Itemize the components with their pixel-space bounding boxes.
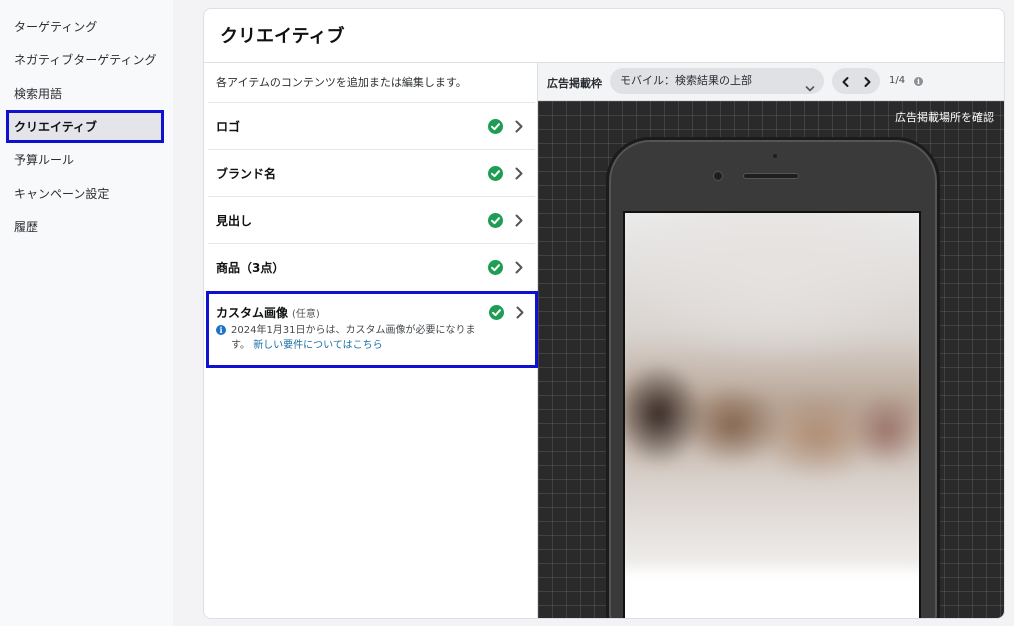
- sidebar-item-label: ターゲティング: [14, 20, 98, 34]
- creative-item-headline[interactable]: 見出し: [208, 196, 535, 243]
- ad-preview-canvas: 広告掲載場所を確認: [538, 101, 1004, 618]
- creative-item-products[interactable]: 商品（3点）: [208, 243, 535, 290]
- sidebar-item-history[interactable]: 履歴: [6, 210, 164, 243]
- chevron-right-icon: [513, 166, 525, 181]
- creative-items-panel: 各アイテムのコンテンツを追加または編集します。 ロゴ ブランド名 見出し 商品（…: [204, 63, 538, 618]
- phone-sensor: [773, 154, 777, 158]
- creative-item-logo[interactable]: ロゴ: [208, 102, 535, 149]
- custom-image-notice: i 2024年1月31日からは、カスタム画像が必要になります。 新しい要件につい…: [216, 323, 486, 353]
- custom-image-preview: [625, 213, 919, 570]
- check-circle-icon: [489, 305, 504, 320]
- phone-speaker: [743, 173, 799, 179]
- item-label: カスタム画像 (任意): [216, 304, 320, 321]
- check-circle-icon: [488, 260, 503, 275]
- previous-page-button[interactable]: [839, 74, 853, 88]
- item-label: 見出し: [216, 214, 253, 228]
- sidebar-item-creative[interactable]: クリエイティブ: [6, 110, 164, 143]
- sidebar-item-label: ネガティブターゲティング: [14, 53, 157, 67]
- check-circle-icon: [488, 166, 503, 181]
- creative-item-custom-image[interactable]: カスタム画像 (任意) i 2024年1月31日からは、カスタム画像が必要になりま…: [206, 291, 538, 368]
- chevron-down-icon: [805, 77, 815, 103]
- phone-mockup: [606, 137, 940, 618]
- sidebar-item-negative-targeting[interactable]: ネガティブターゲティング: [6, 43, 164, 76]
- item-label: ブランド名: [216, 167, 277, 181]
- page-title: クリエイティブ: [220, 26, 345, 47]
- item-label: 商品（3点）: [216, 261, 285, 275]
- optional-tag: (任意): [292, 309, 320, 320]
- phone-camera: [713, 171, 723, 181]
- phone-screen: [623, 211, 921, 618]
- sidebar: ターゲティング ネガティブターゲティング 検索用語 クリエイティブ 予算ルール …: [0, 0, 173, 626]
- info-icon: i: [216, 325, 226, 335]
- placement-label: 広告掲載枠: [547, 77, 602, 90]
- page-indicator: 1/4: [889, 75, 906, 86]
- check-circle-icon: [488, 119, 503, 134]
- creative-card: クリエイティブ 各アイテムのコンテンツを追加または編集します。 ロゴ ブランド名…: [203, 8, 1005, 619]
- chevron-right-icon: [513, 213, 525, 228]
- sidebar-item-budget-rules[interactable]: 予算ルール: [6, 143, 164, 176]
- panel-description: 各アイテムのコンテンツを追加または編集します。: [216, 76, 467, 89]
- requirements-link[interactable]: 新しい要件についてはこちら: [253, 340, 383, 351]
- preview-toolbar: 広告掲載枠 モバイル：検索結果の上部 1/4 i: [538, 63, 1004, 101]
- view-placement-link[interactable]: 広告掲載場所を確認: [895, 109, 994, 125]
- sidebar-item-label: 予算ルール: [14, 153, 75, 167]
- sidebar-item-targeting[interactable]: ターゲティング: [6, 10, 164, 43]
- creative-item-brand-name[interactable]: ブランド名: [208, 149, 535, 196]
- sidebar-item-label: クリエイティブ: [14, 120, 98, 134]
- sidebar-item-label: 履歴: [14, 220, 39, 234]
- chevron-right-icon: [513, 260, 525, 275]
- sidebar-item-label: キャンペーン設定: [14, 187, 110, 201]
- item-label: ロゴ: [216, 120, 241, 134]
- sidebar-item-search-terms[interactable]: 検索用語: [6, 77, 164, 110]
- check-circle-icon: [488, 213, 503, 228]
- item-label-text: カスタム画像: [216, 306, 289, 320]
- sidebar-item-campaign-settings[interactable]: キャンペーン設定: [6, 177, 164, 210]
- info-icon[interactable]: i: [914, 77, 923, 86]
- sidebar-item-label: 検索用語: [14, 87, 63, 101]
- next-page-button[interactable]: [860, 74, 874, 88]
- page-navigator: [832, 68, 880, 94]
- chevron-right-icon: [513, 119, 525, 134]
- chevron-right-icon: [514, 305, 526, 320]
- placement-select-value: モバイル：検索結果の上部: [620, 74, 752, 87]
- placement-select[interactable]: モバイル：検索結果の上部: [610, 68, 824, 94]
